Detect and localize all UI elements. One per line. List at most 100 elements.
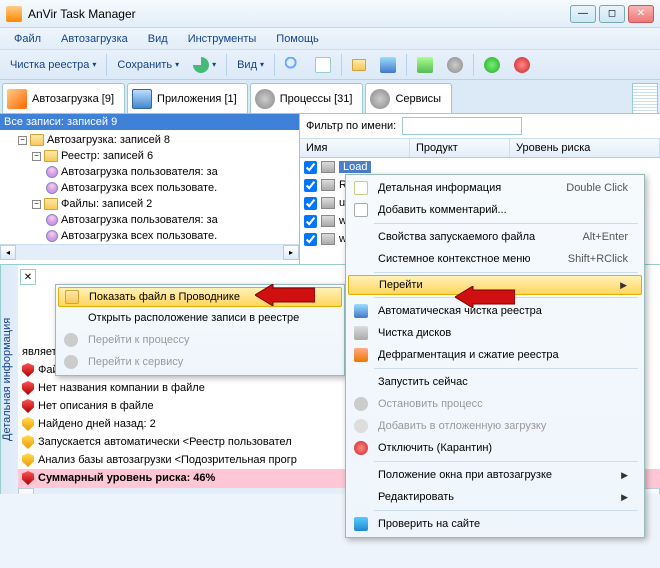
- tab-autorun[interactable]: Автозагрузка [9]: [2, 83, 125, 113]
- tree-node[interactable]: Автозагрузка всех пользовате.: [4, 180, 299, 196]
- title-bar: AnVir Task Manager — ◻ ✕: [0, 0, 660, 28]
- toolbar-reg-icon[interactable]: [374, 54, 402, 76]
- tab-apps[interactable]: Приложения [1]: [127, 83, 248, 113]
- services-icon: [370, 89, 390, 109]
- collapse-icon[interactable]: −: [32, 152, 41, 161]
- shield-icon: [22, 471, 34, 485]
- ctx-open-registry-location[interactable]: Открыть расположение записи в реестре: [58, 307, 342, 329]
- process-icon: [321, 179, 335, 191]
- shield-icon: [22, 453, 34, 467]
- autorun-icon: [7, 89, 27, 109]
- process-icon: [321, 161, 335, 173]
- toolbar-view[interactable]: Вид ▾: [231, 56, 270, 74]
- process-icon: [321, 215, 335, 227]
- ctx-stop-process[interactable]: Остановить процесс: [348, 393, 642, 415]
- ctx-system-context[interactable]: Системное контекстное менюShift+RClick: [348, 248, 642, 270]
- tree-icon: [417, 57, 433, 73]
- col-risk[interactable]: Уровень риска: [510, 139, 660, 157]
- notebook-icon[interactable]: [632, 83, 658, 113]
- ctx-file-properties[interactable]: Свойства запускаемого файлаAlt+Enter: [348, 226, 642, 248]
- toolbar-gear-icon[interactable]: [441, 54, 469, 76]
- submenu-arrow-icon: ▶: [621, 470, 628, 481]
- ctx-goto-service[interactable]: Перейти к сервису: [58, 351, 342, 373]
- toolbar-remove-icon[interactable]: [508, 54, 536, 76]
- search-icon: [285, 57, 301, 73]
- tree-node[interactable]: −Автозагрузка: записей 8: [4, 132, 299, 148]
- gear-icon: [64, 333, 78, 347]
- menu-help[interactable]: Помощь: [266, 31, 329, 47]
- user-icon: [46, 166, 58, 178]
- row-check[interactable]: [304, 197, 317, 210]
- menu-file[interactable]: Файл: [4, 31, 51, 47]
- app-icon: [6, 6, 22, 22]
- ctx-defrag[interactable]: Дефрагментация и сжатие реестра: [348, 344, 642, 366]
- menu-tools[interactable]: Инструменты: [178, 31, 267, 47]
- process-icon: [321, 233, 335, 245]
- process-icon: [321, 197, 335, 209]
- minimize-button[interactable]: —: [570, 5, 596, 23]
- tree-root[interactable]: Все записи: записей 9: [0, 114, 299, 130]
- menu-autorun[interactable]: Автозагрузка: [51, 31, 138, 47]
- toolbar-clean-registry[interactable]: Чистка реестра ▾: [4, 56, 102, 74]
- tab-bar: Автозагрузка [9] Приложения [1] Процессы…: [0, 80, 660, 114]
- ctx-edit[interactable]: Редактировать▶: [348, 486, 642, 508]
- minus-icon: [514, 57, 530, 73]
- submenu-arrow-icon: ▶: [621, 492, 628, 503]
- user-icon: [46, 182, 58, 194]
- ctx-run-now[interactable]: Запустить сейчас: [348, 371, 642, 393]
- ctx-window-position[interactable]: Положение окна при автозагрузке▶: [348, 464, 642, 486]
- filter-input[interactable]: [402, 117, 522, 135]
- user-icon: [46, 230, 58, 242]
- tree-node[interactable]: Автозагрузка всех пользовате.: [4, 228, 299, 244]
- collapse-icon[interactable]: −: [32, 200, 41, 209]
- annotation-arrow: [255, 284, 315, 306]
- row-check[interactable]: [304, 179, 317, 192]
- folder-icon: [352, 59, 366, 71]
- ctx-disk-clean[interactable]: Чистка дисков: [348, 322, 642, 344]
- row-check[interactable]: [304, 161, 317, 174]
- h-scrollbar[interactable]: ◂▸: [0, 244, 299, 260]
- collapse-icon[interactable]: −: [18, 136, 27, 145]
- col-product[interactable]: Продукт: [410, 139, 510, 157]
- tab-label: Процессы [31]: [280, 93, 353, 105]
- close-button[interactable]: ✕: [628, 5, 654, 23]
- row-check[interactable]: [304, 233, 317, 246]
- document-icon: [354, 181, 368, 195]
- toolbar-search-icon[interactable]: [279, 54, 307, 76]
- tree-node[interactable]: −Реестр: записей 6: [4, 148, 299, 164]
- detail-close[interactable]: ✕: [20, 269, 36, 285]
- document-icon: [315, 57, 331, 73]
- toolbar-doc-icon[interactable]: [309, 54, 337, 76]
- maximize-button[interactable]: ◻: [599, 5, 625, 23]
- toolbar-save[interactable]: Сохранить ▾: [111, 56, 185, 74]
- ctx-quarantine[interactable]: Отключить (Карантин): [348, 437, 642, 459]
- tab-label: Приложения [1]: [157, 93, 237, 105]
- tab-processes[interactable]: Процессы [31]: [250, 83, 364, 113]
- defrag-icon: [354, 348, 368, 362]
- toolbar-folder-icon[interactable]: [346, 56, 372, 74]
- ctx-add-delayed[interactable]: Добавить в отложенную загрузку: [348, 415, 642, 437]
- col-name[interactable]: Имя: [300, 139, 410, 157]
- row-check[interactable]: [304, 215, 317, 228]
- tree-node[interactable]: Автозагрузка пользователя: за: [4, 164, 299, 180]
- ctx-check-online[interactable]: Проверить на сайте: [348, 513, 642, 535]
- tree-node[interactable]: Автозагрузка пользователя: за: [4, 212, 299, 228]
- toolbar-refresh[interactable]: ▾: [187, 54, 222, 76]
- ctx-add-comment[interactable]: Добавить комментарий...: [348, 199, 642, 221]
- toolbar-tree-icon[interactable]: [411, 54, 439, 76]
- refresh-icon: [193, 57, 209, 73]
- clean-icon: [354, 304, 368, 318]
- tab-services[interactable]: Сервисы: [365, 83, 452, 113]
- detail-sidetab[interactable]: Детальная информация: [0, 265, 18, 494]
- user-icon: [46, 214, 58, 226]
- folder-icon: [65, 290, 79, 304]
- folder-icon: [44, 150, 58, 162]
- folder-icon: [30, 134, 44, 146]
- shield-icon: [22, 435, 34, 449]
- toolbar-add-icon[interactable]: [478, 54, 506, 76]
- tree-node[interactable]: −Файлы: записей 2: [4, 196, 299, 212]
- ctx-detail-info[interactable]: Детальная информацияDouble Click: [348, 177, 642, 199]
- menu-view[interactable]: Вид: [138, 31, 178, 47]
- ctx-goto-process[interactable]: Перейти к процессу: [58, 329, 342, 351]
- apps-icon: [132, 89, 152, 109]
